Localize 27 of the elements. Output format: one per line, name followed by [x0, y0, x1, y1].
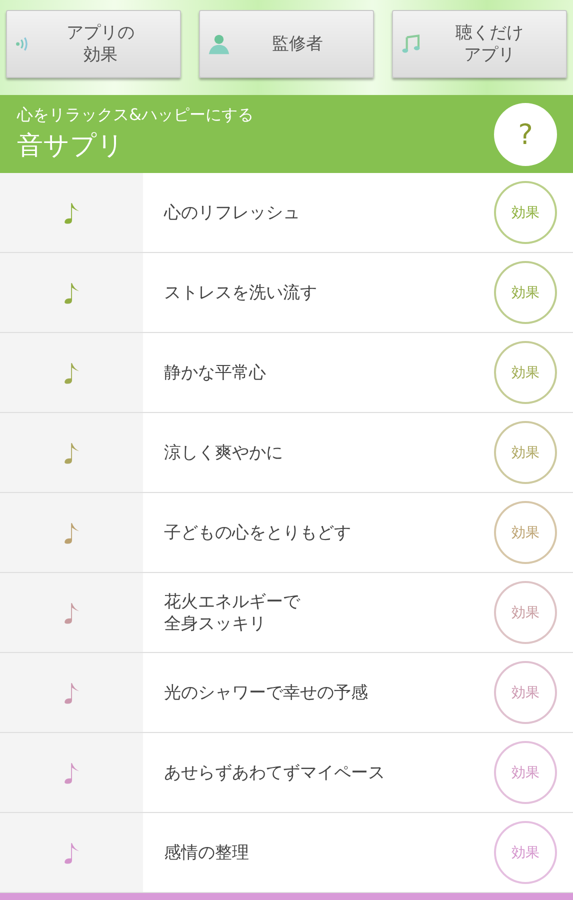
- track-row[interactable]: 子どもの心をとりもどす 効果: [0, 493, 573, 574]
- nav-button[interactable]: 監修者: [199, 10, 374, 78]
- track-title: 涼しく爽やかに: [164, 442, 283, 464]
- track-row[interactable]: 心のリフレッシュ 効果: [0, 173, 573, 254]
- person-icon: [208, 33, 230, 55]
- track-row[interactable]: あせらずあわてずマイペース 効果: [0, 733, 573, 814]
- sound-wave-icon: [15, 35, 29, 53]
- track-title: 感情の整理: [164, 842, 249, 864]
- track-row[interactable]: 涼しく爽やかに 効果: [0, 413, 573, 494]
- music-note-icon: [401, 33, 421, 55]
- track-title: 全身スッキリ: [164, 612, 266, 635]
- app-title: 音サプリ: [17, 130, 125, 164]
- track-row[interactable]: 静かな平常心 効果: [0, 333, 573, 414]
- track-title: ストレスを洗い流す: [164, 282, 317, 304]
- nav-button[interactable]: アプリの効果: [6, 10, 181, 78]
- track-row[interactable]: 花火エネルギーで 全身スッキリ 効果: [0, 573, 573, 654]
- track-title: 静かな平常心: [164, 362, 266, 384]
- track-title: あせらずあわてずマイペース: [164, 762, 385, 784]
- track-title: 光のシャワーで幸せの予感: [164, 682, 368, 704]
- track-title: 花火エネルギーで: [164, 590, 300, 613]
- track-row[interactable]: 感情の整理 効果: [0, 813, 573, 894]
- track-title: 子どもの心をとりもどす: [164, 522, 351, 544]
- nav-button[interactable]: 聴くだけアプリ: [392, 10, 567, 78]
- track-row[interactable]: ストレスを洗い流す 効果: [0, 253, 573, 334]
- track-row[interactable]: 光のシャワーで幸せの予感 効果: [0, 653, 573, 734]
- subtitle: 心をリラックス&ハッピーにする: [17, 105, 254, 126]
- track-title: 心のリフレッシュ: [164, 202, 300, 224]
